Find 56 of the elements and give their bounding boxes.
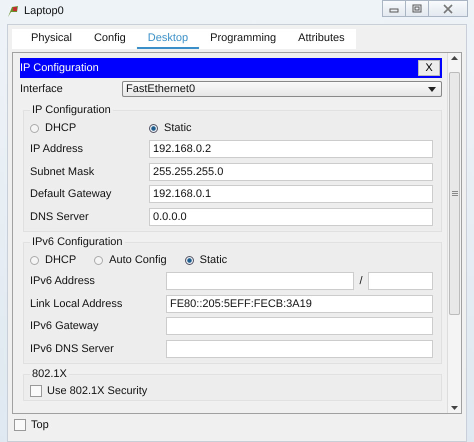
app-icon <box>6 4 20 18</box>
checkbox[interactable] <box>14 419 26 431</box>
scroll-thumb[interactable] <box>449 72 460 316</box>
tab[interactable]: Config <box>82 29 137 49</box>
close-button[interactable]: X <box>418 60 440 76</box>
group-title: 802.1X <box>31 368 68 380</box>
tab[interactable]: Physical <box>20 29 83 49</box>
tab[interactable]: Desktop <box>136 29 200 49</box>
tab[interactable]: Programming <box>199 29 288 49</box>
window-title: Laptop0 <box>24 5 64 17</box>
input-field[interactable] <box>166 272 354 290</box>
radio-button[interactable] <box>30 124 39 132</box>
checkbox-label: Use 802.1X Security <box>47 385 148 397</box>
checkbox[interactable] <box>30 385 42 397</box>
field-label: Subnet Mask <box>30 166 96 178</box>
radio-button[interactable] <box>30 256 39 264</box>
group-title: IP Configuration <box>31 104 112 116</box>
radio-label: DHCP <box>45 122 76 134</box>
input-field[interactable]: FE80::205:5EFF:FECB:3A19 <box>166 294 433 313</box>
radio-label: DHCP <box>45 254 76 266</box>
panel-title: IP Configuration <box>20 62 99 74</box>
scroll-up-icon[interactable] <box>451 56 458 60</box>
separator-text: / <box>358 275 364 288</box>
radio-label: Auto Config <box>109 254 167 266</box>
input-field[interactable]: 255.255.255.0 <box>149 162 433 181</box>
input-field[interactable] <box>166 340 433 358</box>
radio-label: Static <box>200 254 228 266</box>
input-field[interactable]: 192.168.0.1 <box>149 185 433 204</box>
radio-button[interactable] <box>149 124 158 132</box>
field-label: IP Address <box>30 143 84 156</box>
maximize-icon <box>412 4 422 13</box>
checkbox-label: Top <box>31 419 49 431</box>
radio-button[interactable] <box>184 256 194 264</box>
caret-icon <box>428 86 436 92</box>
scrollbar[interactable] <box>447 53 461 413</box>
close-button[interactable] <box>428 0 468 17</box>
radio-button[interactable] <box>94 256 104 264</box>
field-label: Link Local Address <box>30 298 124 310</box>
field-label: DNS Server <box>30 210 90 223</box>
field-label: IPv6 Address <box>30 275 96 288</box>
minimize-button[interactable] <box>382 0 406 17</box>
radio-label: Static <box>164 122 192 134</box>
field-label: Default Gateway <box>30 188 112 200</box>
input-field[interactable] <box>166 317 433 336</box>
input-field[interactable]: 0.0.0.0 <box>149 208 433 226</box>
maximize-button[interactable] <box>405 0 429 17</box>
field-label: IPv6 Gateway <box>30 320 100 332</box>
close-icon <box>443 4 453 14</box>
interface-dropdown[interactable]: FastEthernet0 <box>122 81 442 97</box>
tab[interactable]: Attributes <box>287 29 356 49</box>
field-label: IPv6 DNS Server <box>30 342 115 355</box>
field-label: Interface <box>20 83 64 95</box>
input-field[interactable]: 192.168.0.2 <box>149 140 433 158</box>
scroll-down-icon[interactable] <box>451 406 458 410</box>
input-field[interactable] <box>368 272 433 290</box>
group-title: IPv6 Configuration <box>31 236 124 248</box>
